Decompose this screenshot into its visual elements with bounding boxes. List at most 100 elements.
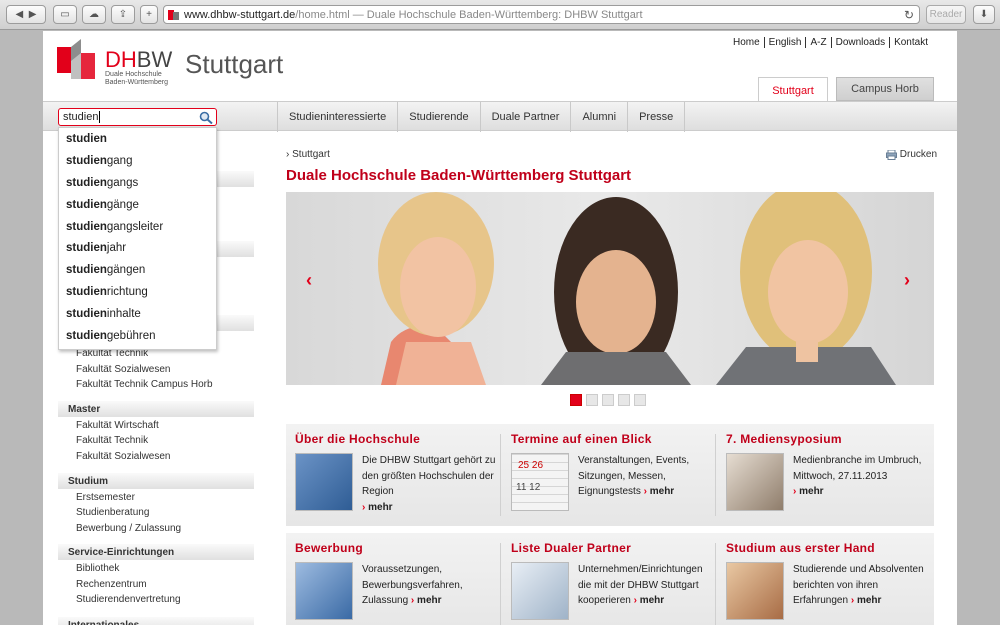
- slide-dot-5[interactable]: [634, 394, 646, 406]
- calendar-icon: 25 26 11 12: [516, 460, 543, 493]
- url-path: /home.html — Duale Hochschule Baden-Würt…: [295, 8, 643, 21]
- chevron-right-icon: ›: [850, 595, 855, 606]
- icloud-button[interactable]: ☁: [82, 5, 106, 24]
- sidebar-item[interactable]: Studierendenvertretung: [76, 594, 181, 605]
- back-icon[interactable]: ◀: [16, 9, 24, 20]
- suggestion-item[interactable]: studien gangsleiter: [59, 216, 216, 238]
- tab-campus-horb[interactable]: Campus Horb: [836, 77, 934, 101]
- more-link[interactable]: › mehr: [362, 502, 393, 513]
- toplink-english[interactable]: English: [763, 37, 806, 48]
- nav-studieninteressierte[interactable]: Studieninteressierte: [277, 102, 397, 132]
- sidebar-item[interactable]: Fakultät Wirtschaft: [76, 420, 159, 431]
- students-photo: [378, 192, 896, 385]
- sidebar-section-internationales[interactable]: Internationales: [58, 617, 254, 625]
- sidebar-item[interactable]: Fakultät Technik Campus Horb: [76, 379, 213, 390]
- breadcrumb-item[interactable]: Stuttgart: [292, 149, 330, 160]
- sidebar-item[interactable]: Fakultät Sozialwesen: [76, 364, 171, 375]
- search-suggestions: studien studien gang studien gangs studien…: [58, 127, 217, 350]
- teaser-image[interactable]: [295, 453, 353, 511]
- teaser-ueber-die-hochschule[interactable]: Über die Hochschule Die DHBW Stuttgart g…: [286, 424, 498, 526]
- search-input[interactable]: studien: [58, 108, 217, 126]
- reload-icon[interactable]: ↻: [904, 8, 914, 22]
- downloads-button[interactable]: ⬇: [973, 5, 995, 24]
- sidebar-section-master[interactable]: Master: [58, 401, 254, 417]
- toplink-kontakt[interactable]: Kontakt: [889, 37, 932, 48]
- sidebar-item[interactable]: Erstsemester: [76, 492, 135, 503]
- download-icon: ⬇: [979, 9, 989, 20]
- tab-stuttgart[interactable]: Stuttgart: [758, 77, 828, 103]
- teaser-termine[interactable]: Termine auf einen Blick 25 26 11 12 Veran…: [502, 424, 714, 526]
- slide-dot-2[interactable]: [586, 394, 598, 406]
- teaser-image[interactable]: [511, 562, 569, 620]
- back-forward-buttons[interactable]: ◀ ▶: [6, 5, 46, 24]
- suggestion-item[interactable]: studien gänge: [59, 194, 216, 216]
- slideshow-prev-icon[interactable]: ‹: [306, 270, 312, 291]
- toplink-home[interactable]: Home: [729, 37, 764, 48]
- suggestion-item[interactable]: studien gebühren: [59, 325, 216, 347]
- teaser-title[interactable]: Termine auf einen Blick: [511, 432, 652, 446]
- sidebar-item[interactable]: Bewerbung / Zulassung: [76, 523, 181, 534]
- teaser-mediensymposium[interactable]: 7. Mediensyposium Medienbranche im Umbru…: [717, 424, 929, 526]
- teaser-image[interactable]: [295, 562, 353, 620]
- breadcrumb-chevron-icon: ›: [286, 149, 290, 160]
- new-tab-button[interactable]: +: [140, 5, 158, 24]
- suggestion-item[interactable]: studien gangs: [59, 172, 216, 194]
- toplink-a-z[interactable]: A-Z: [805, 37, 830, 48]
- teaser-image[interactable]: [726, 453, 784, 511]
- nav-alumni[interactable]: Alumni: [570, 102, 627, 132]
- more-link[interactable]: › mehr: [851, 595, 882, 606]
- teaser-title[interactable]: Über die Hochschule: [295, 432, 420, 446]
- more-link[interactable]: › mehr: [634, 595, 665, 606]
- sidebar-item[interactable]: Bibliothek: [76, 563, 119, 574]
- address-bar[interactable]: www.dhbw-stuttgart.de/home.html — Duale …: [163, 5, 920, 24]
- slideshow-next-icon[interactable]: ›: [904, 270, 910, 291]
- more-link[interactable]: › mehr: [411, 595, 442, 606]
- reading-list-button[interactable]: ▭: [53, 5, 77, 24]
- reader-button[interactable]: Reader: [926, 5, 966, 24]
- suggestion-item[interactable]: studien richtung: [59, 281, 216, 303]
- svg-text:11 12: 11 12: [516, 482, 541, 493]
- chevron-right-icon: ›: [362, 501, 366, 513]
- teaser-image[interactable]: [726, 562, 784, 620]
- more-link[interactable]: › mehr: [793, 486, 824, 497]
- teaser-image[interactable]: 25 26 11 12: [511, 453, 569, 511]
- divider: [500, 434, 501, 516]
- suggestion-item[interactable]: studien gang: [59, 150, 216, 172]
- teaser-bewerbung[interactable]: Bewerbung Voraussetzungen, Bewerbungsver…: [286, 533, 498, 625]
- teaser-title[interactable]: Liste Dualer Partner: [511, 541, 631, 555]
- teaser-title[interactable]: Bewerbung: [295, 541, 363, 555]
- sidebar-item[interactable]: Studienberatung: [76, 507, 149, 518]
- teaser-studium-aus-erster-hand[interactable]: Studium aus erster Hand Studierende und …: [717, 533, 929, 625]
- logo-city: Stuttgart: [185, 49, 284, 79]
- forward-icon[interactable]: ▶: [29, 9, 37, 20]
- suggestion-item[interactable]: studien jahr: [59, 237, 216, 259]
- nav-duale-partner[interactable]: Duale Partner: [479, 102, 571, 132]
- suggestion-item[interactable]: studien gängen: [59, 259, 216, 281]
- url-domain: www.dhbw-stuttgart.de: [184, 8, 296, 21]
- toplink-downloads[interactable]: Downloads: [830, 37, 889, 48]
- teaser-text: Die DHBW Stuttgart gehört zu den größten…: [362, 455, 496, 497]
- teaser-title[interactable]: Studium aus erster Hand: [726, 541, 875, 555]
- nav-presse[interactable]: Presse: [627, 102, 686, 132]
- search-icon[interactable]: [199, 111, 213, 124]
- sidebar-section-service[interactable]: Service-Einrichtungen: [58, 544, 254, 560]
- suggestion-item[interactable]: studien inhalte: [59, 303, 216, 325]
- print-link[interactable]: Drucken: [886, 149, 937, 160]
- sidebar-item[interactable]: Rechenzentrum: [76, 579, 147, 590]
- divider: [715, 434, 716, 516]
- teaser-liste-dualer-partner[interactable]: Liste Dualer Partner Unternehmen/Einrich…: [502, 533, 714, 625]
- slide-dot-1[interactable]: [570, 394, 582, 406]
- dhbw-logo[interactable]: DHBW Duale Hochschule Baden-Württemberg …: [57, 39, 297, 89]
- sidebar-section-studium[interactable]: Studium: [58, 473, 254, 489]
- share-button[interactable]: ⇪: [111, 5, 135, 24]
- sidebar-item[interactable]: Fakultät Technik: [76, 435, 148, 446]
- chevron-right-icon: ›: [410, 595, 415, 606]
- suggestion-item[interactable]: studien: [59, 128, 216, 150]
- teaser-title[interactable]: 7. Mediensyposium: [726, 432, 842, 446]
- print-label: Drucken: [899, 149, 938, 160]
- slide-dot-4[interactable]: [618, 394, 630, 406]
- nav-studierende[interactable]: Studierende: [397, 102, 479, 132]
- more-link[interactable]: › mehr: [644, 486, 675, 497]
- sidebar-item[interactable]: Fakultät Sozialwesen: [76, 451, 171, 462]
- slide-dot-3[interactable]: [602, 394, 614, 406]
